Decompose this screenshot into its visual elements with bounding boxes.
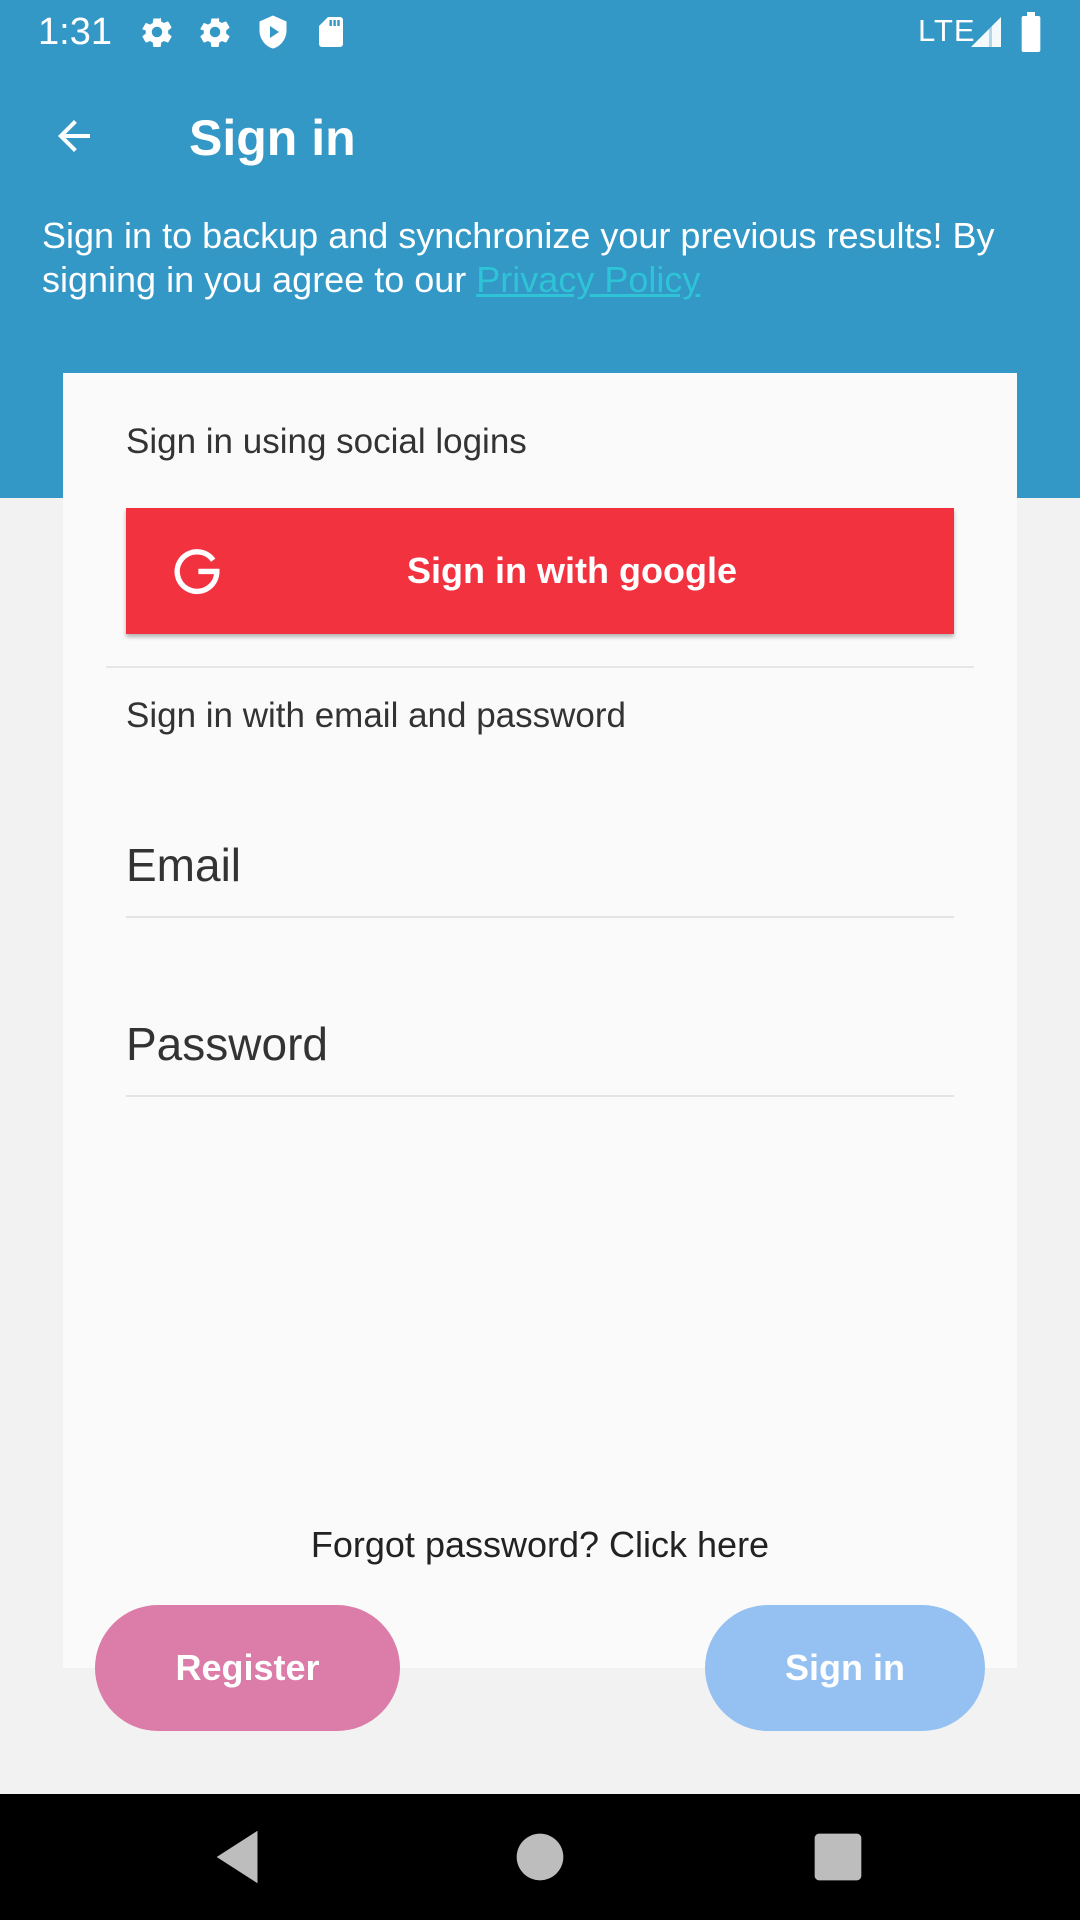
privacy-policy-link[interactable]: Privacy Policy — [476, 259, 700, 300]
sign-in-card: Sign in using social logins Sign in with… — [63, 373, 1017, 1668]
register-button[interactable]: Register — [95, 1605, 400, 1731]
sign-in-screen: 1:31 LTE Sign in Sign in to backup and s… — [0, 0, 1080, 1920]
intro-text: Sign in to backup and synchronize your p… — [42, 214, 1042, 302]
navigation-bar — [0, 1794, 1080, 1920]
back-button[interactable] — [40, 106, 108, 166]
google-button-label: Sign in with google — [407, 550, 737, 591]
shield-icon — [259, 15, 287, 49]
social-login-heading: Sign in using social logins — [126, 422, 527, 461]
sd-card-icon — [319, 17, 343, 47]
email-field[interactable]: Email — [126, 828, 954, 918]
page-title: Sign in — [189, 110, 356, 166]
back-nav-icon[interactable] — [205, 1822, 275, 1892]
settings-icon — [142, 17, 172, 48]
status-time: 1:31 — [38, 11, 112, 53]
home-nav-icon[interactable] — [505, 1822, 575, 1892]
forgot-password-link[interactable]: Forgot password? Click here — [63, 1523, 1017, 1567]
signal-icon — [971, 17, 1001, 47]
email-login-heading: Sign in with email and password — [126, 696, 626, 735]
google-sign-in-button[interactable]: Sign in with google — [126, 508, 954, 634]
network-label: LTE — [918, 13, 976, 48]
password-field[interactable]: Password — [126, 1007, 954, 1097]
status-bar: 1:31 LTE — [0, 0, 1080, 63]
settings-icon — [200, 17, 230, 48]
battery-icon — [1021, 12, 1041, 52]
sign-in-button[interactable]: Sign in — [705, 1605, 985, 1731]
arrow-back-icon — [58, 120, 90, 152]
recents-nav-icon[interactable] — [803, 1822, 873, 1892]
section-divider — [106, 666, 974, 668]
